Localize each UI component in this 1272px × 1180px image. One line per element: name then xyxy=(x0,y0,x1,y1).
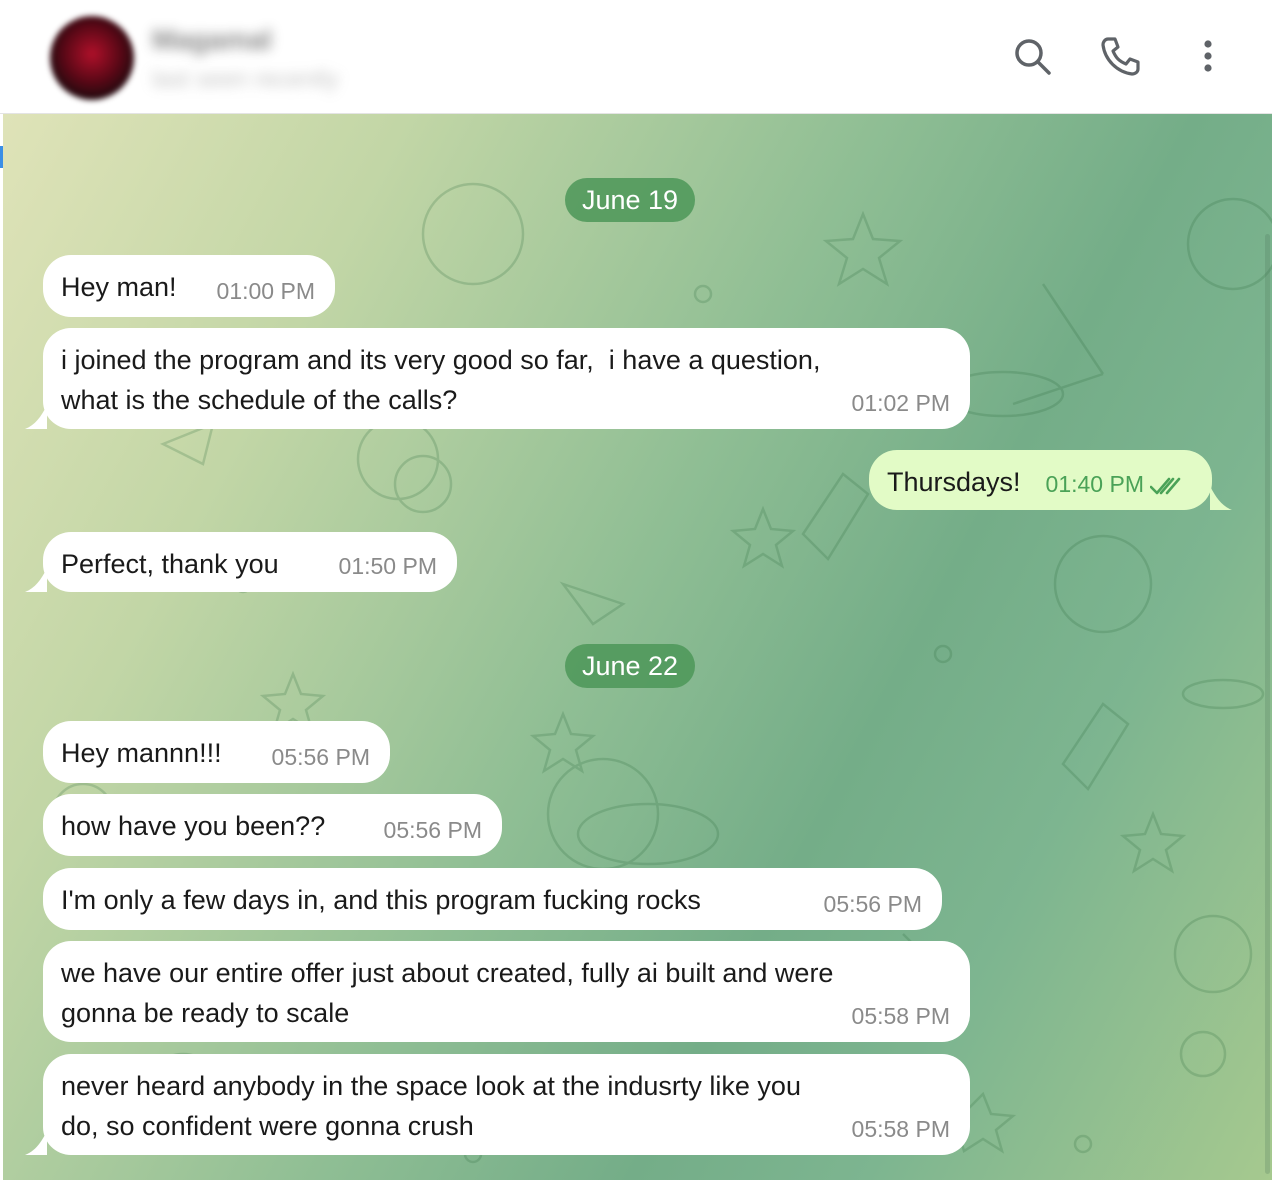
message-bubble-incoming[interactable]: how have you been?? 05:56 PM xyxy=(43,794,502,856)
search-button[interactable] xyxy=(1010,34,1054,78)
message-time: 05:58 PM xyxy=(851,1116,950,1142)
search-icon xyxy=(1015,39,1051,75)
message-time: 05:56 PM xyxy=(383,817,482,843)
date-separator: June 22 xyxy=(565,644,695,688)
message-bubble-incoming[interactable]: Hey man! 01:00 PM xyxy=(43,255,335,317)
chat-header: Magamal last seen recently xyxy=(0,0,1272,114)
message-time: 05:58 PM xyxy=(851,1003,950,1029)
message-time: 01:00 PM xyxy=(216,278,315,304)
message-bubble-incoming[interactable]: I'm only a few days in, and this program… xyxy=(43,868,942,930)
bubble-tail xyxy=(25,1131,47,1155)
message-time: 01:40 PM xyxy=(1046,464,1184,504)
message-text: how have you been?? xyxy=(61,811,326,841)
contact-status: last seen recently xyxy=(152,66,339,93)
message-bubble-incoming[interactable]: we have our entire offer just about crea… xyxy=(43,941,970,1042)
message-bubble-incoming[interactable]: never heard anybody in the space look at… xyxy=(43,1054,970,1155)
message-time: 01:02 PM xyxy=(851,390,950,416)
chat-scrollbar[interactable] xyxy=(1265,234,1270,1174)
message-text: i joined the program and its very good s… xyxy=(61,345,821,415)
chat-area[interactable]: June 19 Hey man! 01:00 PM i joined the p… xyxy=(3,114,1272,1180)
more-menu-button[interactable] xyxy=(1186,34,1230,78)
contact-name[interactable]: Magamal xyxy=(152,24,272,56)
message-time: 01:50 PM xyxy=(338,553,437,579)
contact-avatar[interactable] xyxy=(50,16,134,100)
double-check-icon xyxy=(1150,477,1181,495)
bubble-tail xyxy=(1210,486,1232,510)
bubble-tail xyxy=(25,568,47,592)
message-time: 05:56 PM xyxy=(823,891,922,917)
message-text: never heard anybody in the space look at… xyxy=(61,1071,801,1141)
message-text: I'm only a few days in, and this program… xyxy=(61,885,701,915)
bubble-tail xyxy=(25,405,47,429)
message-text: we have our entire offer just about crea… xyxy=(61,958,834,1028)
message-text: Perfect, thank you xyxy=(61,549,279,579)
call-button[interactable] xyxy=(1098,34,1142,78)
message-time: 05:56 PM xyxy=(271,744,370,770)
message-text: Hey mannn!!! xyxy=(61,738,222,768)
message-bubble-outgoing[interactable]: Thursdays! 01:40 PM xyxy=(869,450,1212,510)
message-bubble-incoming[interactable]: Perfect, thank you 01:50 PM xyxy=(43,532,457,592)
message-text: Hey man! xyxy=(61,272,177,302)
message-bubble-incoming[interactable]: i joined the program and its very good s… xyxy=(43,328,970,429)
more-vertical-icon xyxy=(1204,40,1212,72)
message-text: Thursdays! xyxy=(887,467,1021,497)
date-separator: June 19 xyxy=(565,178,695,222)
phone-icon xyxy=(1101,37,1140,76)
message-bubble-incoming[interactable]: Hey mannn!!! 05:56 PM xyxy=(43,721,390,783)
